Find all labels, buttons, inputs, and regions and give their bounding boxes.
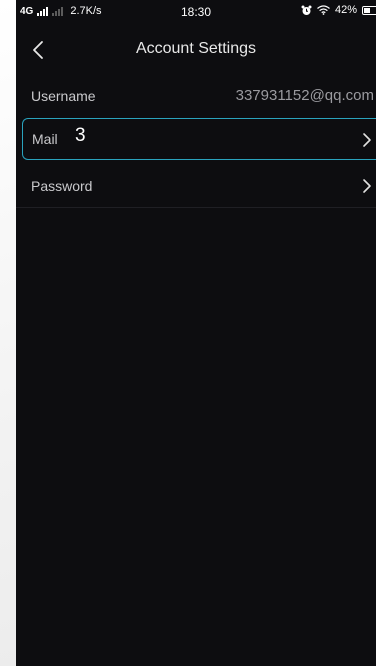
battery-fill <box>364 7 370 13</box>
nav-bar: Account Settings <box>16 34 376 66</box>
phone-screen: 4G 2.7K/s 18:30 42% Account Settings Use… <box>16 0 376 666</box>
password-row[interactable]: Password <box>16 164 376 208</box>
page-title: Account Settings <box>135 40 257 57</box>
alarm-icon <box>301 5 312 15</box>
password-label: Password <box>31 178 93 194</box>
mail-label: Mail <box>32 131 58 147</box>
battery-icon <box>362 5 376 15</box>
username-value: 337931152@qq.com <box>235 87 374 104</box>
username-row: Username 337931152@qq.com <box>16 74 376 118</box>
chevron-right-icon <box>363 133 371 147</box>
battery-percent: 42% <box>334 4 357 16</box>
status-bar: 4G 2.7K/s 18:30 42% <box>16 0 376 24</box>
status-right: 42% <box>301 4 376 16</box>
username-label: Username <box>31 88 96 104</box>
annotation-number: 3 <box>75 125 86 146</box>
wifi-icon <box>317 5 330 15</box>
chevron-right-icon <box>363 179 371 193</box>
mail-row[interactable]: Mail 3 <box>22 118 376 160</box>
